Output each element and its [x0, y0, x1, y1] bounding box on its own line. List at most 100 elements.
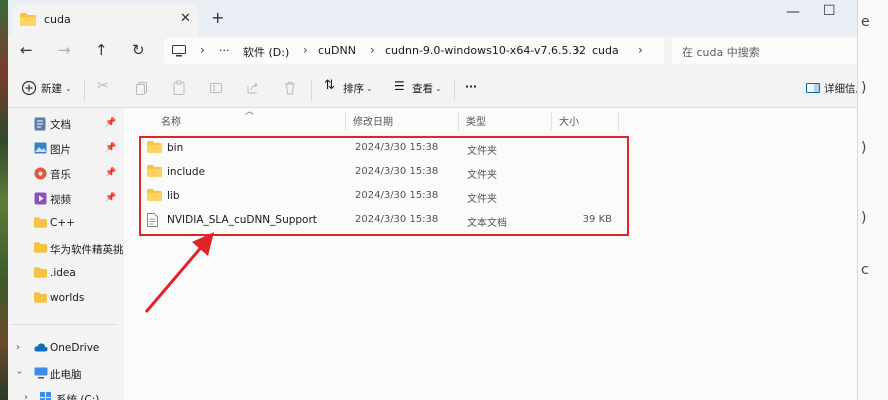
more-options-button[interactable]: ··· [465, 81, 477, 93]
new-plus-icon [21, 80, 37, 96]
breadcrumb-separator-icon: › [370, 43, 375, 57]
breadcrumb-separator-icon: › [303, 43, 308, 57]
pin-icon: 📌 [105, 168, 117, 178]
drive-icon [40, 392, 51, 400]
share-icon[interactable] [245, 80, 261, 96]
breadcrumb-separator-icon: › [200, 43, 205, 57]
red-arrow-annotation [144, 232, 214, 313]
nav-item-system-drive[interactable]: › 系统 (C:) [8, 388, 120, 400]
nav-item-label: OneDrive [50, 342, 100, 354]
nav-item-label: C++ [50, 217, 75, 229]
navigation-bar: ← → ↑ ↻ › ··· 软件 (D:) › cuDNN › cudnn-9.… [8, 36, 857, 66]
delete-icon[interactable] [282, 80, 298, 96]
computer-icon [172, 45, 186, 57]
folder-icon [34, 292, 47, 303]
folder-icon [34, 267, 47, 278]
nav-item-cpp[interactable]: C++ [8, 213, 120, 235]
view-icon: ☰ [394, 79, 405, 93]
pin-icon: 📌 [105, 143, 117, 153]
folder-icon [34, 217, 47, 228]
partial-glyph: ) [861, 140, 867, 156]
sort-button[interactable]: 排序 [343, 81, 364, 96]
file-list: ︿ 名称 修改日期 类型 大小 bin 2024/3/30 15:38 文件夹 … [124, 107, 857, 400]
close-tab-icon[interactable]: ✕ [180, 11, 191, 26]
nav-item-videos[interactable]: 视频 📌 [8, 188, 120, 210]
sort-icon: ⇅ [324, 78, 335, 93]
tab-title: cuda [44, 13, 71, 26]
copy-icon[interactable] [134, 80, 150, 96]
document-icon [34, 117, 46, 131]
column-divider[interactable] [618, 112, 619, 130]
nav-item-label: 此电脑 [50, 369, 82, 381]
partial-glyph: ) [861, 80, 867, 96]
breadcrumb-separator-icon: › [575, 43, 580, 57]
nav-item-label: 视频 [50, 194, 71, 206]
video-icon [34, 192, 47, 205]
column-divider[interactable] [458, 112, 459, 130]
red-highlight-box [139, 136, 629, 236]
cloud-icon [34, 343, 48, 352]
breadcrumb-separator-icon: › [638, 43, 643, 57]
folder-icon [20, 13, 36, 26]
chevron-down-icon[interactable]: › [14, 371, 25, 375]
forward-arrow-icon[interactable]: → [58, 41, 71, 59]
nav-item-label: 系统 (C:) [56, 394, 100, 400]
search-box[interactable]: 在 cuda 中搜索 [672, 38, 857, 64]
minimize-icon[interactable]: — [786, 4, 800, 20]
breadcrumb-drive[interactable]: 软件 (D:) [243, 44, 289, 60]
nav-item-worlds[interactable]: worlds [8, 288, 120, 310]
up-arrow-icon[interactable]: ↑ [95, 41, 108, 59]
breadcrumb-cudnn-version[interactable]: cudnn-9.0-windows10-x64-v7.6.5.32 [385, 44, 586, 57]
column-header-modified[interactable]: 修改日期 [353, 113, 393, 128]
breadcrumb-cudnn[interactable]: cuDNN [318, 44, 356, 57]
desktop-background-left [0, 0, 8, 400]
column-divider[interactable] [551, 112, 552, 130]
nav-item-this-pc[interactable]: › 此电脑 [8, 363, 120, 385]
nav-item-documents[interactable]: 文档 📌 [8, 113, 120, 135]
chevron-right-icon[interactable]: › [16, 342, 20, 353]
address-bar[interactable]: › ··· 软件 (D:) › cuDNN › cudnn-9.0-window… [164, 38, 664, 64]
pin-icon: 📌 [105, 193, 117, 203]
breadcrumb-ellipsis[interactable]: ··· [219, 44, 230, 57]
new-button[interactable]: 新建 [41, 81, 62, 96]
nav-item-idea[interactable]: .idea [8, 263, 120, 285]
file-explorer-window: cuda ✕ + — ☐ ← → ↑ ↻ › ··· 软件 (D:) › cuD… [8, 0, 857, 400]
rename-icon[interactable] [208, 80, 224, 96]
divider [311, 80, 312, 100]
sort-ascending-icon: ︿ [245, 107, 255, 117]
breadcrumb-cuda[interactable]: cuda [592, 44, 619, 57]
nav-item-onedrive[interactable]: › OneDrive [8, 338, 120, 360]
details-pane-icon [806, 83, 820, 93]
cut-icon[interactable]: ✂ [97, 78, 109, 94]
nav-item-label: worlds [50, 292, 85, 304]
divider [454, 80, 455, 100]
partial-glyph: e [861, 14, 870, 30]
column-header-size[interactable]: 大小 [559, 113, 579, 128]
column-header-type[interactable]: 类型 [466, 113, 486, 128]
view-button[interactable]: 查看 [412, 81, 433, 96]
partial-glyph: ) [861, 210, 867, 226]
chevron-right-icon[interactable]: › [24, 392, 28, 400]
column-divider[interactable] [345, 112, 346, 130]
nav-item-huawei[interactable]: 华为软件精英挑 [8, 238, 124, 260]
nav-item-pictures[interactable]: 图片 📌 [8, 138, 120, 160]
nav-item-label: 音乐 [50, 169, 71, 181]
new-tab-icon[interactable]: + [211, 8, 224, 27]
column-header-name[interactable]: 名称 [161, 113, 181, 128]
tab-cuda[interactable]: cuda ✕ [12, 4, 198, 36]
nav-item-music[interactable]: 音乐 📌 [8, 163, 120, 185]
pin-icon: 📌 [105, 118, 117, 128]
pictures-icon [34, 142, 47, 154]
partial-glyph: c [861, 262, 869, 278]
title-bar: cuda ✕ + — ☐ [8, 0, 857, 36]
paste-icon[interactable] [171, 80, 187, 96]
refresh-icon[interactable]: ↻ [132, 41, 145, 59]
back-arrow-icon[interactable]: ← [20, 41, 33, 59]
nav-item-label: 文档 [50, 119, 71, 131]
navigation-pane: 文档 📌 图片 📌 音乐 📌 视频 📌 C++ 华为软件精英挑 .idea wo… [8, 108, 124, 400]
details-button[interactable]: 详细信息 [824, 81, 857, 96]
search-placeholder: 在 cuda 中搜索 [682, 46, 760, 59]
folder-icon [34, 242, 47, 253]
maximize-icon[interactable]: ☐ [823, 3, 836, 19]
nav-item-label: .idea [50, 267, 76, 279]
